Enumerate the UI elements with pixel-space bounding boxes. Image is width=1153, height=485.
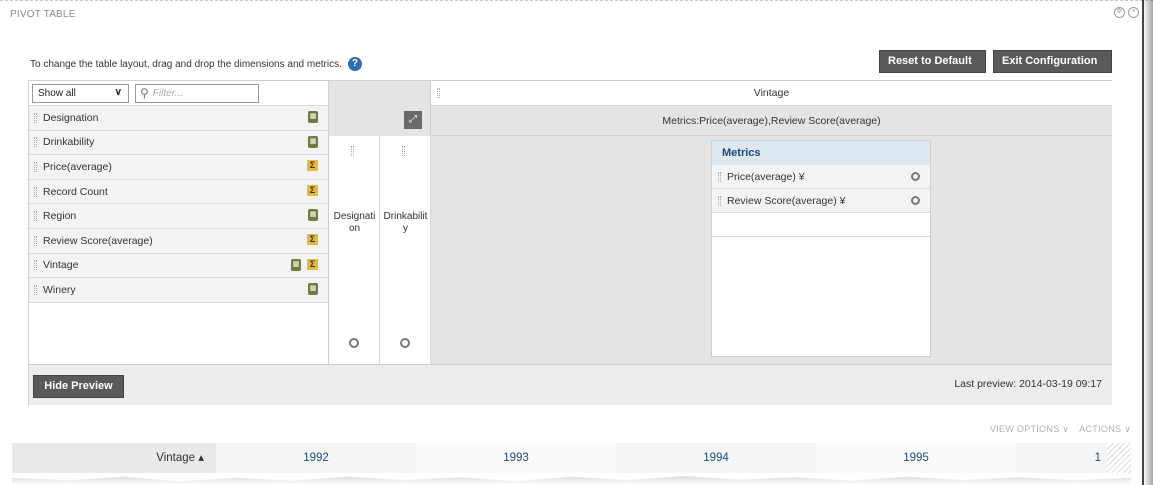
drag-handle-icon[interactable] bbox=[34, 211, 37, 222]
dimension-icon: ▦ bbox=[308, 135, 318, 148]
field-label: Review Score(average) bbox=[43, 234, 153, 247]
chevron-down-icon: ∨ bbox=[114, 86, 122, 98]
remove-icon[interactable] bbox=[349, 338, 359, 348]
field-label: Winery bbox=[43, 283, 76, 296]
field-label: Drinkability bbox=[43, 136, 95, 149]
reset-to-default-button[interactable]: Reset to Default bbox=[879, 50, 986, 73]
column-header[interactable]: 1994 bbox=[616, 443, 816, 473]
preview-table: Vintage ▴ 1992 1993 1994 1995 1 bbox=[12, 443, 1131, 485]
field-label: Region bbox=[43, 210, 77, 223]
metrics-card-title: Metrics bbox=[712, 141, 930, 165]
metric-label: Price(average) ¥ bbox=[727, 170, 805, 183]
metric-item-review-score[interactable]: Review Score(average) ¥ bbox=[712, 189, 930, 213]
dimension-icon: ▦ bbox=[291, 258, 301, 271]
close-icon[interactable]: × bbox=[1128, 7, 1139, 18]
drag-handle-icon[interactable] bbox=[34, 284, 37, 295]
search-icon: ⚲ bbox=[140, 86, 149, 100]
dimension-icon: ▦ bbox=[308, 111, 318, 123]
field-label: Record Count bbox=[43, 185, 108, 198]
right-edge bbox=[1142, 0, 1144, 485]
drag-handle-icon[interactable] bbox=[34, 186, 37, 197]
instructions-text: To change the table layout, drag and dro… bbox=[30, 58, 342, 70]
metrics-header: Metrics:Price(average),Review Score(aver… bbox=[431, 106, 1112, 136]
dimension-icon: ▦ bbox=[308, 209, 318, 222]
remove-icon[interactable] bbox=[911, 196, 920, 205]
table-options: VIEW OPTIONS ∨ ACTIONS ∨ bbox=[990, 424, 1131, 435]
hide-preview-button[interactable]: Hide Preview bbox=[33, 375, 124, 398]
drag-handle-icon[interactable] bbox=[351, 146, 354, 156]
row-dimension-drinkability[interactable]: Drinkabilit y bbox=[380, 136, 431, 364]
preview-bar: Hide Preview Last preview: 2014-03-19 09… bbox=[29, 364, 1112, 405]
drag-handle-icon[interactable] bbox=[34, 260, 37, 271]
metric-sigma-icon: Σ bbox=[307, 184, 318, 196]
sort-header-vintage[interactable]: Vintage ▴ bbox=[12, 443, 216, 473]
view-options-menu[interactable]: VIEW OPTIONS ∨ bbox=[990, 424, 1069, 435]
drag-handle-icon[interactable] bbox=[34, 235, 37, 246]
pivot-config-panel: Show all ∨ ⚲ Filter... Designation ▦ Drin… bbox=[28, 80, 1112, 405]
remove-icon[interactable] bbox=[911, 172, 920, 181]
row-dimension-label: Designati on bbox=[333, 211, 376, 234]
panel-controls: ✲ × bbox=[1114, 7, 1139, 18]
metrics-card: Metrics Price(average) ¥ Review Score(av… bbox=[711, 140, 931, 357]
top-border bbox=[0, 0, 1153, 1]
right-shadow bbox=[1143, 0, 1153, 485]
field-item-winery[interactable]: Winery ▦ bbox=[29, 278, 328, 303]
field-item-drinkability[interactable]: Drinkability ▦ bbox=[29, 130, 328, 156]
metric-drop-zone[interactable] bbox=[712, 213, 930, 237]
torn-edge bbox=[12, 476, 1131, 485]
pivot-body-area: Metrics Price(average) ¥ Review Score(av… bbox=[431, 136, 1112, 364]
instructions: To change the table layout, drag and dro… bbox=[30, 57, 362, 71]
metric-sigma-icon: Σ bbox=[307, 258, 318, 270]
remove-icon[interactable] bbox=[400, 338, 410, 348]
row-dimension-label: Drinkabilit y bbox=[383, 211, 428, 234]
scrollbar-corner bbox=[1107, 443, 1131, 473]
actions-menu[interactable]: ACTIONS ∨ bbox=[1079, 424, 1131, 435]
metric-item-price[interactable]: Price(average) ¥ bbox=[712, 165, 930, 189]
field-item-region[interactable]: Region ▦ bbox=[29, 204, 328, 229]
exit-configuration-button[interactable]: Exit Configuration bbox=[993, 50, 1112, 73]
row-dimensions: Designati on Drinkabilit y bbox=[329, 136, 431, 364]
drag-handle-icon[interactable] bbox=[34, 161, 37, 172]
field-label: Designation bbox=[43, 111, 99, 124]
metric-sigma-icon: Σ bbox=[307, 233, 318, 245]
field-item-vintage[interactable]: Vintage ▦ Σ bbox=[29, 253, 328, 279]
field-list: Show all ∨ ⚲ Filter... Designation ▦ Drin… bbox=[29, 81, 329, 364]
field-item-review-score-average[interactable]: Review Score(average) Σ bbox=[29, 228, 328, 254]
panel-title: PIVOT TABLE bbox=[10, 9, 76, 20]
filter-placeholder: Filter... bbox=[152, 87, 183, 99]
column-header[interactable]: 1993 bbox=[416, 443, 616, 473]
row-dimension-designation[interactable]: Designati on bbox=[329, 136, 380, 364]
metric-label: Review Score(average) ¥ bbox=[727, 194, 846, 207]
column-dimension-vintage[interactable]: Vintage bbox=[431, 81, 1112, 106]
dimension-icon: ▦ bbox=[308, 283, 318, 296]
filter-input[interactable]: ⚲ Filter... bbox=[135, 83, 259, 103]
corner-block: ⤢ bbox=[329, 81, 431, 136]
column-header[interactable]: 1992 bbox=[216, 443, 416, 473]
settings-gear-icon[interactable]: ✲ bbox=[1114, 7, 1125, 18]
drag-handle-icon[interactable] bbox=[34, 112, 37, 123]
pivot-layout-grid: ⤢ Vintage Metrics:Price(average),Review … bbox=[329, 81, 1112, 364]
last-preview-timestamp: Last preview: 2014-03-19 09:17 bbox=[954, 378, 1102, 390]
filter-row: Show all ∨ ⚲ Filter... bbox=[29, 81, 328, 106]
help-icon[interactable]: ? bbox=[347, 57, 362, 71]
field-label: Vintage bbox=[43, 259, 79, 272]
column-dimension-label: Vintage bbox=[753, 87, 790, 99]
field-item-price-average[interactable]: Price(average) Σ bbox=[29, 155, 328, 180]
drag-handle-icon[interactable] bbox=[34, 137, 37, 148]
show-all-value: Show all bbox=[38, 87, 76, 99]
field-item-designation[interactable]: Designation ▦ bbox=[29, 106, 328, 131]
show-all-select[interactable]: Show all ∨ bbox=[32, 83, 129, 103]
column-header[interactable]: 1995 bbox=[816, 443, 1016, 473]
drag-handle-icon[interactable] bbox=[437, 88, 440, 98]
drag-handle-icon[interactable] bbox=[718, 195, 721, 206]
drag-handle-icon[interactable] bbox=[718, 171, 721, 182]
field-item-record-count[interactable]: Record Count Σ bbox=[29, 179, 328, 205]
field-label: Price(average) bbox=[43, 160, 112, 173]
drag-handle-icon[interactable] bbox=[402, 146, 405, 156]
swap-axes-icon[interactable]: ⤢ bbox=[404, 111, 422, 129]
metric-sigma-icon: Σ bbox=[307, 160, 318, 172]
